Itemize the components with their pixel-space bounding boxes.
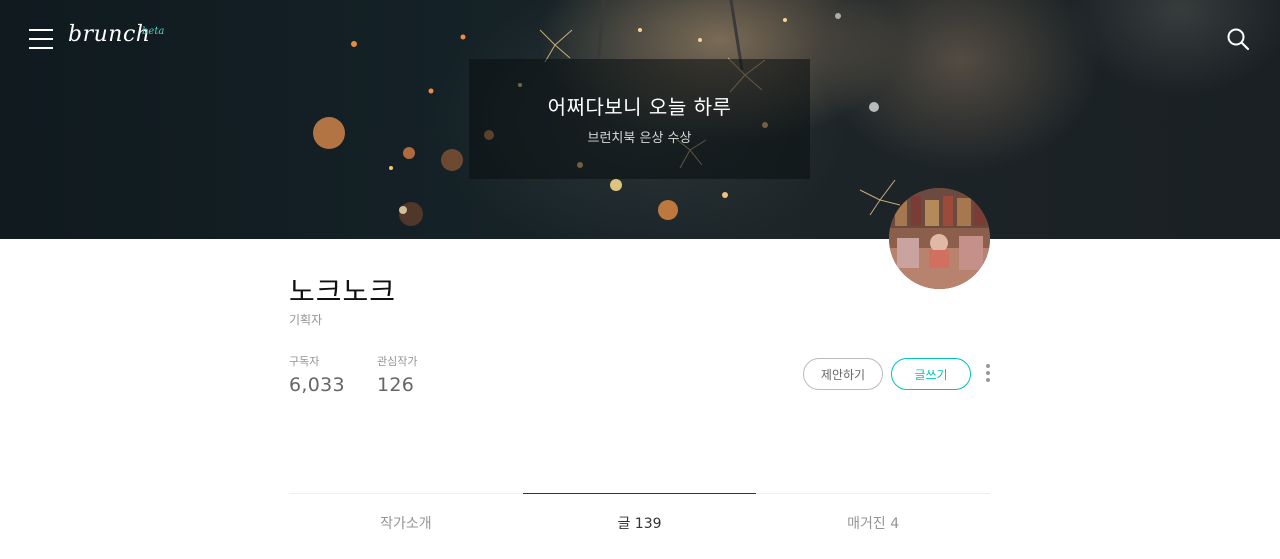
following-count: 126 xyxy=(377,374,415,396)
cover-title: 어쩌다보니 오늘 하루 xyxy=(547,95,732,119)
subscribers-stat[interactable]: 구독자 6,033 xyxy=(289,353,345,396)
write-button[interactable]: 글쓰기 xyxy=(891,358,971,390)
tab-magazines[interactable]: 매거진 4 xyxy=(756,494,990,559)
author-role: 기획자 xyxy=(289,313,323,327)
cover-image: brunch beta 어쩌다보니 오늘 하루 브런치북 은상 수상 xyxy=(0,0,1280,239)
hamburger-line xyxy=(29,38,53,40)
dot xyxy=(986,371,990,375)
dot xyxy=(986,364,990,368)
propose-button[interactable]: 제안하기 xyxy=(803,358,883,390)
following-stat[interactable]: 관심작가 126 xyxy=(377,353,417,396)
hamburger-line xyxy=(29,47,53,49)
hamburger-line xyxy=(29,29,53,31)
brunch-logo[interactable]: brunch beta xyxy=(68,22,164,54)
tab-author-intro[interactable]: 작가소개 xyxy=(289,494,523,559)
profile-tabs: 작가소개 글 139 매거진 4 xyxy=(289,493,990,559)
cover-subtitle: 브런치북 은상 수상 xyxy=(587,131,692,146)
search-icon[interactable] xyxy=(1226,27,1250,51)
author-name: 노크노크 xyxy=(289,275,397,308)
menu-button[interactable] xyxy=(27,26,55,52)
logo-text: brunch xyxy=(68,22,151,47)
cover-title-card: 어쩌다보니 오늘 하루 브런치북 은상 수상 xyxy=(469,59,810,179)
logo-beta-badge: beta xyxy=(142,26,165,37)
tab-posts[interactable]: 글 139 xyxy=(522,493,757,559)
dot xyxy=(986,378,990,382)
following-label: 관심작가 xyxy=(377,355,418,368)
avatar-illustration xyxy=(889,188,990,289)
more-options-icon[interactable] xyxy=(982,362,994,386)
subscribers-count: 6,033 xyxy=(289,374,345,396)
subscribers-label: 구독자 xyxy=(289,355,320,368)
author-avatar[interactable] xyxy=(889,188,990,289)
